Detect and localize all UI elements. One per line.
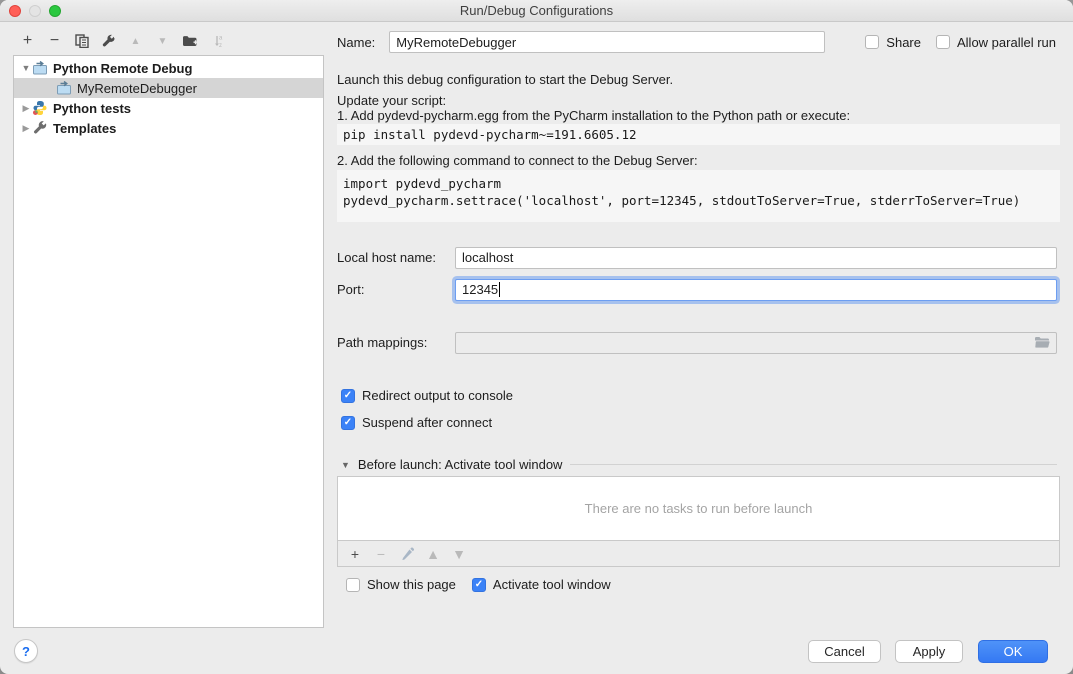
remote-debug-config-icon [56,80,72,96]
tree-item-python-tests[interactable]: ▶ Python tests [14,98,323,118]
minus-icon: − [377,546,385,562]
code-line-2: pydevd_pycharm.settrace('localhost', por… [343,192,1054,209]
templates-wrench-icon [32,120,48,136]
zoom-window-icon[interactable] [49,5,61,17]
edit-task-button [394,542,420,566]
share-label[interactable]: Share [886,35,921,50]
tree-item-templates[interactable]: ▶ Templates [14,118,323,138]
section-divider [570,464,1057,465]
plus-icon: + [23,32,32,50]
local-host-name-label: Local host name: [337,250,436,265]
code-line-1: import pydevd_pycharm [343,175,1054,192]
move-up-button: ▲ [122,30,149,52]
no-tasks-hint: There are no tasks to run before launch [585,501,813,516]
configurations-toolbar: + − ▲ ▼ az [14,30,230,52]
allow-parallel-run-label[interactable]: Allow parallel run [957,35,1056,50]
move-up-icon: ▲ [131,36,141,47]
before-launch-label: Before launch: Activate tool window [358,457,563,472]
question-mark-icon: ? [22,644,30,659]
section-expanded-icon[interactable]: ▼ [341,460,350,470]
move-down-icon: ▼ [158,36,168,47]
sort-az-icon: az [210,34,224,48]
tree-item-label: Templates [53,121,116,136]
pencil-icon [401,547,414,560]
close-window-icon[interactable] [9,5,21,17]
settrace-code[interactable]: import pydevd_pycharmpydevd_pycharm.sett… [337,170,1060,222]
path-mappings-label: Path mappings: [337,335,427,350]
move-task-down-button: ▼ [446,542,472,566]
move-down-icon: ▼ [452,546,466,562]
collapsed-arrow-icon[interactable]: ▶ [20,123,32,134]
plus-icon: + [351,546,359,562]
name-input[interactable] [389,31,825,53]
tree-item-label: Python tests [53,101,131,116]
copy-icon [75,34,89,48]
local-host-name-input[interactable] [455,247,1057,269]
python-tests-icon [32,100,48,116]
redirect-output-label[interactable]: Redirect output to console [362,388,513,403]
port-value: 12345 [462,282,498,297]
remote-debug-config-icon [32,60,48,76]
apply-button[interactable]: Apply [895,640,963,663]
remove-task-button: − [368,542,394,566]
remove-configuration-button[interactable]: − [41,30,68,52]
new-folder-icon [182,34,198,48]
intro-text: Launch this debug configuration to start… [337,72,673,87]
collapsed-arrow-icon[interactable]: ▶ [20,103,32,114]
copy-configuration-button[interactable] [68,30,95,52]
redirect-output-checkbox[interactable] [341,389,355,403]
show-this-page-checkbox[interactable] [346,578,360,592]
before-launch-task-list[interactable]: There are no tasks to run before launch [337,476,1060,541]
browse-folder-icon[interactable] [1034,336,1050,349]
svg-text:a: a [219,36,223,42]
before-launch-section[interactable]: ▼ Before launch: Activate tool window [341,457,1057,472]
tree-item-python-remote-debug[interactable]: ▼ Python Remote Debug [14,58,323,78]
show-this-page-label[interactable]: Show this page [367,577,456,592]
add-task-button[interactable]: + [342,542,368,566]
update-script-text: Update your script: [337,93,446,108]
path-mappings-input[interactable] [455,332,1057,354]
tree-item-myremotedebugger[interactable]: MyRemoteDebugger [14,78,323,98]
minimize-window-icon [29,5,41,17]
step1-text: 1. Add pydevd-pycharm.egg from the PyCha… [337,108,850,123]
port-input[interactable]: 12345 [455,279,1057,301]
name-label: Name: [337,35,375,50]
text-caret [499,282,500,297]
move-down-button: ▼ [149,30,176,52]
pip-install-code[interactable]: pip install pydevd-pycharm~=191.6605.12 [337,124,1060,145]
tree-item-label: MyRemoteDebugger [77,81,197,96]
cancel-button[interactable]: Cancel [808,640,881,663]
port-label: Port: [337,282,364,297]
share-checkbox[interactable] [865,35,879,49]
minus-icon: − [50,32,59,50]
activate-tool-window-label[interactable]: Activate tool window [493,577,611,592]
expanded-arrow-icon[interactable]: ▼ [20,63,32,73]
move-task-up-button: ▲ [420,542,446,566]
move-up-icon: ▲ [426,546,440,562]
tree-item-label: Python Remote Debug [53,61,192,76]
edit-configuration-button[interactable] [95,30,122,52]
configurations-tree: ▼ Python Remote Debug MyRemoteDebugger ▶… [13,55,324,628]
run-debug-configurations-dialog: Run/Debug Configurations + − ▲ ▼ az ▼ Py… [0,0,1073,674]
add-configuration-button[interactable]: + [14,30,41,52]
new-folder-button[interactable] [176,30,203,52]
svg-text:z: z [219,43,222,48]
suspend-after-connect-checkbox[interactable] [341,416,355,430]
step2-text: 2. Add the following command to connect … [337,153,698,168]
suspend-after-connect-label[interactable]: Suspend after connect [362,415,492,430]
wrench-icon [101,34,116,49]
allow-parallel-run-checkbox[interactable] [936,35,950,49]
configuration-form: Name: Share Allow parallel run Launch th… [337,0,1065,674]
task-toolbar: + − ▲ ▼ [337,541,1060,567]
help-button[interactable]: ? [14,639,38,663]
activate-tool-window-checkbox[interactable] [472,578,486,592]
sort-configurations-button: az [203,30,230,52]
ok-button[interactable]: OK [978,640,1048,663]
